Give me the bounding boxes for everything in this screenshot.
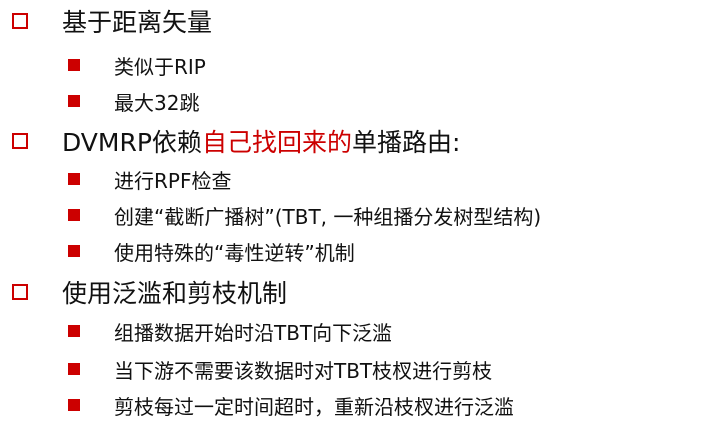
hollow-square-icon: [12, 133, 28, 149]
sub-bullet-item: 创建“截断广播树”(TBT, 一种组播分发树型结构): [68, 200, 541, 230]
sub-bullet-item: 当下游不需要该数据时对TBT枝杈进行剪枝: [68, 354, 492, 384]
filled-square-icon: [68, 59, 80, 71]
filled-square-icon: [68, 363, 80, 375]
bullet-text-highlight: 自己找回来的: [201, 128, 352, 157]
filled-square-icon: [68, 95, 80, 107]
sub-bullet-item: 最大32跳: [68, 86, 199, 116]
filled-square-icon: [68, 245, 80, 257]
filled-square-icon: [68, 209, 80, 221]
sub-bullet-item: 类似于RIP: [68, 50, 206, 80]
filled-square-icon: [68, 399, 80, 411]
sub-bullet-text: 创建“截断广播树”(TBT, 一种组播分发树型结构): [114, 204, 542, 229]
sub-bullet-text: 当下游不需要该数据时对TBT枝杈进行剪枝: [114, 358, 493, 383]
bullet-item: 使用泛滥和剪枝机制: [12, 275, 287, 309]
sub-bullet-text: 最大32跳: [114, 90, 200, 115]
filled-square-icon: [68, 325, 80, 337]
bullet-text-before: DVMRP依赖: [62, 128, 202, 157]
sub-bullet-text: 剪枝每过一定时间超时，重新沿枝杈进行泛滥: [114, 394, 514, 419]
hollow-square-icon: [12, 13, 28, 29]
sub-bullet-item: 组播数据开始时沿TBT向下泛滥: [68, 316, 392, 346]
bullet-item: DVMRP依赖自己找回来的单播路由:: [12, 124, 460, 158]
sub-bullet-item: 进行RPF检查: [68, 164, 231, 194]
bullet-text: 使用泛滥和剪枝机制: [62, 279, 288, 308]
filled-square-icon: [68, 173, 80, 185]
bullet-item: 基于距离矢量: [12, 4, 212, 38]
bullet-text: 基于距离矢量: [62, 8, 213, 37]
sub-bullet-text: 组播数据开始时沿TBT向下泛滥: [114, 320, 393, 345]
sub-bullet-text: 类似于RIP: [114, 54, 206, 79]
sub-bullet-text: 使用特殊的“毒性逆转”机制: [114, 240, 355, 265]
sub-bullet-item: 使用特殊的“毒性逆转”机制: [68, 236, 355, 266]
sub-bullet-text: 进行RPF检查: [114, 168, 232, 193]
sub-bullet-item: 剪枝每过一定时间超时，重新沿枝杈进行泛滥: [68, 390, 514, 420]
bullet-text-after: 单播路由:: [351, 128, 461, 157]
slide: 基于距离矢量 类似于RIP 最大32跳 DVMRP依赖自己找回来的单播路由: 进…: [0, 0, 709, 436]
bullet-text: DVMRP依赖自己找回来的单播路由:: [62, 123, 460, 159]
hollow-square-icon: [12, 284, 28, 300]
